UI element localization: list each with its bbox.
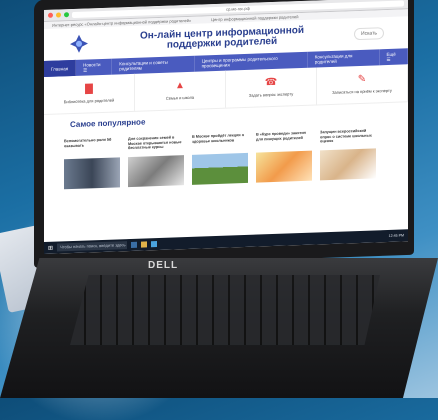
- news-card-title[interactable]: Для сохранения семей в Москве открываютс…: [128, 135, 184, 155]
- news-card-title[interactable]: В Москве пройдёт лекция о здоровье школь…: [192, 133, 248, 153]
- news-card-image[interactable]: [128, 155, 184, 188]
- news-card[interactable]: Запущен всероссийский опрос о системе шк…: [320, 128, 376, 181]
- nav-item-news[interactable]: Новости ☰: [76, 58, 113, 76]
- windows-start-icon[interactable]: ⊞: [48, 244, 53, 251]
- news-card-image[interactable]: [64, 157, 120, 190]
- news-card-title[interactable]: Запущен всероссийский опрос о системе шк…: [320, 128, 376, 148]
- taskbar-search-input[interactable]: Чтобы начать поиск, введите здесь текст: [57, 241, 128, 254]
- minimize-dot-icon[interactable]: [56, 12, 61, 18]
- search-button[interactable]: Искать: [354, 27, 384, 41]
- quick-link-library[interactable]: ▇ Библиотека для родителей: [44, 73, 135, 114]
- quick-link-label: Библиотека для родителей: [63, 97, 115, 105]
- laptop-keyboard: [70, 275, 380, 345]
- maximize-dot-icon[interactable]: [64, 12, 69, 18]
- close-dot-icon[interactable]: [48, 12, 53, 18]
- quick-link-family-school[interactable]: ▲ Семья и школа: [135, 70, 226, 111]
- site-logo-icon[interactable]: [68, 32, 90, 55]
- laptop-screen: cp.мо-гос.рф Интернет-ресурс «Онлайн-цен…: [44, 0, 408, 254]
- phone-icon: ☎: [264, 76, 278, 89]
- quick-link-label: Семья и школа: [165, 94, 195, 101]
- book-icon: ▇: [85, 83, 93, 95]
- news-card-image[interactable]: [256, 150, 312, 183]
- edge-icon[interactable]: [131, 241, 138, 248]
- store-icon[interactable]: [151, 241, 158, 248]
- popular-cards: Вспомогательно роли 5б оказывать Для сох…: [44, 121, 408, 190]
- news-card-image[interactable]: [320, 148, 376, 181]
- news-card[interactable]: В Москве пройдёт лекция о здоровье школь…: [192, 133, 248, 185]
- nav-item-more[interactable]: Ещё ☰: [379, 48, 408, 66]
- nav-item-home[interactable]: Главная: [44, 59, 77, 77]
- news-card-title[interactable]: Вспомогательно роли 5б оказывать: [64, 137, 120, 157]
- news-card[interactable]: В «Курс проведи» занятия для пишущих род…: [256, 131, 312, 183]
- quick-link-label: Задать вопрос эксперту: [248, 91, 294, 98]
- news-card[interactable]: Для сохранения семей в Москве открываютс…: [128, 135, 184, 188]
- news-card-image[interactable]: [192, 152, 248, 185]
- quick-link-appointment[interactable]: ✎ Записаться на приём к эксперту: [317, 64, 408, 105]
- bell-icon: ▲: [175, 80, 185, 92]
- folder-icon[interactable]: [141, 241, 148, 248]
- news-card-title[interactable]: В «Курс проведи» занятия для пишущих род…: [256, 131, 312, 151]
- taskbar-clock: 12:45 PM: [388, 233, 404, 238]
- site-title: Он-лайн центр информационной поддержки р…: [102, 25, 342, 53]
- laptop-brand-logo: DELL: [148, 260, 179, 271]
- pencil-icon: ✎: [357, 73, 367, 86]
- news-card[interactable]: Вспомогательно роли 5б оказывать: [64, 137, 120, 190]
- quick-link-label: Записаться на приём к эксперту: [332, 87, 392, 95]
- quick-link-ask-expert[interactable]: ☎ Задать вопрос эксперту: [226, 67, 317, 108]
